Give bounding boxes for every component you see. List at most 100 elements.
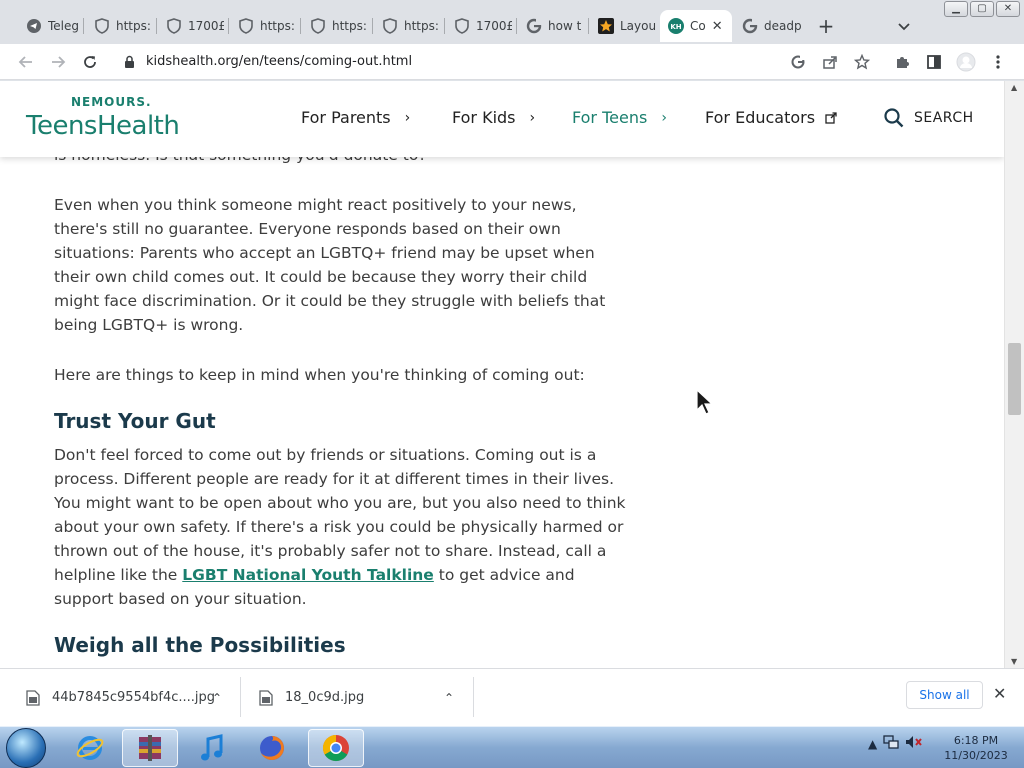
shield-icon (310, 18, 326, 34)
paragraph: Even when you think someone might react … (54, 196, 606, 334)
external-link-icon (825, 111, 837, 124)
page-viewport: NEMOURS. TeensHealth For Parents › For K… (0, 81, 1004, 668)
download-item[interactable]: 44b7845c9554bf4c....jpg ⌃ (26, 669, 240, 726)
tab-6[interactable]: https: (374, 10, 440, 42)
shield-icon (382, 18, 398, 34)
chevron-right-icon: › (404, 109, 411, 126)
scroll-up-arrow-icon[interactable]: ▲ (1011, 83, 1017, 92)
search-label: SEARCH (914, 110, 974, 126)
network-icon[interactable] (883, 735, 899, 752)
bookmark-star-icon[interactable] (850, 50, 874, 74)
side-panel-icon[interactable] (922, 50, 946, 74)
section-heading: Trust Your Gut (54, 409, 216, 433)
chevron-right-icon: › (661, 109, 667, 126)
extensions-puzzle-icon[interactable] (890, 50, 914, 74)
forward-arrow-icon[interactable] (46, 50, 70, 74)
tab-title: https: (332, 19, 367, 33)
system-tray: ▲ (868, 735, 923, 752)
article-body: is homeless. Is that something you'd don… (54, 143, 634, 667)
tab-layout[interactable]: Layou (590, 10, 656, 42)
nav-label: For Kids (452, 108, 516, 127)
shield-icon (94, 18, 110, 34)
download-item[interactable]: 18_0c9d.jpg ⌃ (259, 669, 473, 726)
download-filename: 44b7845c9554bf4c....jpg (52, 690, 216, 705)
minimize-icon[interactable]: ▁ (944, 1, 968, 17)
address-bar[interactable]: kidshealth.org/en/teens/coming-out.html (112, 48, 882, 76)
tab-search-chevron-icon[interactable] (893, 16, 915, 38)
menu-kebab-icon[interactable] (986, 50, 1010, 74)
tab-5[interactable]: https: (302, 10, 368, 42)
reload-icon[interactable] (78, 50, 102, 74)
tab-title: Layou (620, 19, 656, 33)
show-hidden-icons-icon[interactable]: ▲ (868, 737, 877, 751)
itunes-icon[interactable] (184, 729, 240, 767)
image-file-icon (26, 689, 40, 706)
clock-date: 11/30/2023 (944, 749, 1008, 762)
tab-2[interactable]: https: (86, 10, 152, 42)
google-icon (526, 18, 542, 34)
kidshealth-icon: KH (668, 18, 684, 34)
chevron-up-icon[interactable]: ⌃ (444, 691, 454, 705)
chevron-up-icon[interactable]: ⌃ (212, 691, 222, 705)
tab-title: https: (116, 19, 151, 33)
nav-label: For Parents (301, 108, 391, 127)
tab-title: https: (260, 19, 295, 33)
system-clock[interactable]: 6:18 PM 11/30/2023 (940, 733, 1012, 763)
tab-google-deadp[interactable]: deadp (734, 10, 806, 42)
paragraph-text: Don't feel forced to come out by friends… (54, 446, 626, 584)
search-icon (884, 108, 904, 128)
telegram-icon (26, 18, 42, 34)
nemours-logo-text[interactable]: NEMOURS. (71, 95, 152, 109)
internet-explorer-icon[interactable] (62, 729, 118, 767)
show-all-button[interactable]: Show all (906, 681, 983, 709)
start-button-icon[interactable] (6, 728, 46, 768)
nav-for-parents[interactable]: For Parents › (301, 108, 410, 127)
tab-7[interactable]: 1700£ (446, 10, 512, 42)
google-icon (742, 18, 758, 34)
close-window-icon[interactable]: ✕ (996, 1, 1020, 17)
back-arrow-icon[interactable] (14, 50, 38, 74)
tab-title: 1700£ (188, 19, 224, 33)
scroll-thumb[interactable] (1008, 343, 1021, 415)
winrar-icon[interactable] (122, 729, 178, 767)
nav-for-kids[interactable]: For Kids › (452, 108, 535, 127)
section-heading: Weigh all the Possibilities (54, 633, 346, 657)
profile-avatar-icon[interactable] (954, 50, 978, 74)
image-file-icon (259, 689, 273, 706)
tab-telegram[interactable]: Telegr (18, 10, 80, 42)
firefox-icon[interactable] (244, 729, 300, 767)
new-tab-button[interactable]: + (815, 16, 837, 38)
tab-4[interactable]: https: (230, 10, 296, 42)
tab-strip: Telegr https: 1700£ https: (0, 0, 1024, 44)
browser-toolbar: kidshealth.org/en/teens/coming-out.html (0, 44, 1024, 80)
chrome-icon[interactable] (308, 729, 364, 767)
site-search-button[interactable]: SEARCH (884, 108, 974, 128)
nav-for-teens[interactable]: For Teens › (572, 108, 667, 127)
nav-label: For Educators (705, 108, 816, 127)
page-scrollbar[interactable]: ▲ ▼ (1004, 81, 1024, 668)
window-controls: ▁ ▢ ✕ (944, 1, 1020, 17)
tab-coming-out-active[interactable]: KH Co ✕ (660, 10, 732, 42)
paragraph: Here are things to keep in mind when you… (54, 366, 585, 384)
close-tab-icon[interactable]: ✕ (712, 19, 723, 34)
share-icon[interactable] (818, 50, 842, 74)
lock-icon[interactable] (124, 54, 135, 73)
volume-muted-icon[interactable] (905, 735, 923, 752)
download-filename: 18_0c9d.jpg (285, 690, 365, 705)
mouse-cursor-icon (695, 388, 717, 420)
scroll-down-arrow-icon[interactable]: ▼ (1011, 657, 1017, 666)
url-text: kidshealth.org/en/teens/coming-out.html (146, 54, 413, 69)
downloads-bar: 44b7845c9554bf4c....jpg ⌃ 18_0c9d.jpg ⌃ … (0, 668, 1024, 726)
nav-for-educators[interactable]: For Educators (705, 108, 837, 127)
teenshealth-logo[interactable]: TeensHealth (26, 111, 180, 141)
site-header: NEMOURS. TeensHealth For Parents › For K… (0, 81, 1004, 157)
google-lens-icon[interactable] (786, 50, 810, 74)
shield-icon (238, 18, 254, 34)
tab-google-how[interactable]: how t (518, 10, 584, 42)
maximize-icon[interactable]: ▢ (970, 1, 994, 17)
close-downloads-icon[interactable]: ✕ (993, 684, 1006, 703)
talkline-link[interactable]: LGBT National Youth Talkline (182, 566, 434, 584)
tab-3[interactable]: 1700£ (158, 10, 224, 42)
shield-icon (454, 18, 470, 34)
tab-title: deadp (764, 19, 802, 33)
